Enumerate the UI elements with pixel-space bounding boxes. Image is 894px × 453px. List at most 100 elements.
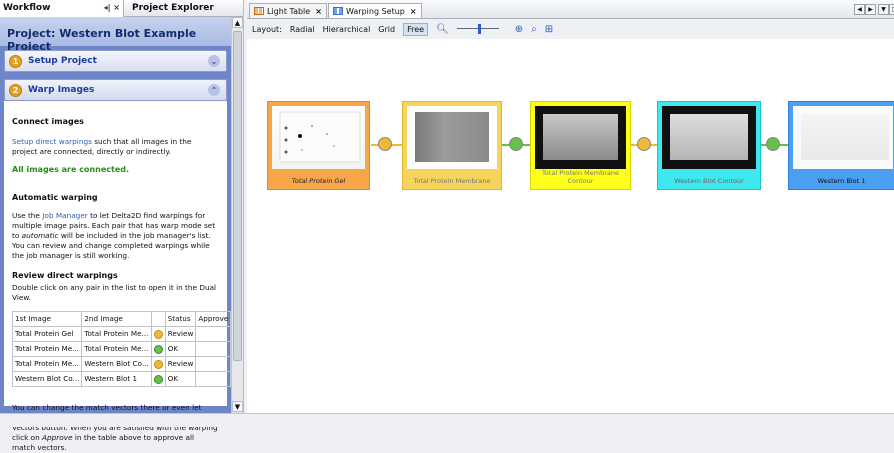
col-header-approve[interactable]: Approve (195, 311, 232, 327)
workflow-scrollbar[interactable]: ▲ ▼ (231, 17, 243, 413)
workflow-body: Project: Western Blot Example Project 1 … (0, 17, 232, 452)
close-icon[interactable]: × (410, 7, 417, 16)
auto-prefix: Use the (12, 211, 43, 220)
image-node[interactable]: Total Protein Gel (267, 101, 370, 190)
image-node[interactable]: Western Blot Contour (657, 101, 761, 190)
warping-canvas[interactable]: Total Protein Gel Total Protein Membrane… (247, 39, 894, 413)
table-row[interactable]: Total Protein Me... Total Protein Me... OK (11, 341, 232, 357)
cell-first-image: Western Blot Co... (11, 371, 83, 387)
connection-status: All images are connected. (12, 165, 130, 174)
zoom-slider-thumb[interactable] (477, 24, 481, 34)
review-status-icon (153, 329, 163, 339)
cell-status-icon (150, 356, 166, 372)
cell-approve[interactable] (195, 341, 232, 357)
zoom-slider[interactable] (456, 24, 507, 34)
ok-warp-icon[interactable] (509, 137, 523, 151)
layout-grid-button[interactable]: Grid (378, 25, 395, 34)
image-node[interactable]: Western Blot 1 (788, 101, 894, 190)
section-label: Setup Project (28, 56, 97, 66)
cell-second-image: Western Blot 1 (81, 371, 152, 387)
scroll-up-button[interactable]: ▲ (232, 17, 243, 28)
col-header-2nd-image[interactable]: 2nd Image (81, 311, 152, 327)
tab-scroll-right-button[interactable]: ▶ (865, 4, 876, 15)
zoom-in-icon[interactable]: ⊕ (515, 24, 523, 35)
ok-status-icon (153, 374, 163, 384)
col-header-icon[interactable] (150, 311, 166, 327)
table-row[interactable]: Western Blot Co... Western Blot 1 OK (11, 371, 232, 387)
review-warp-icon[interactable] (637, 137, 651, 151)
cell-status: OK (164, 371, 197, 387)
image-node[interactable]: Total Protein Membrane Contour (530, 101, 631, 190)
editor-tab-strip: Light Table × Warping Setup × ◀ ▶ ▼ □ (247, 0, 894, 19)
cell-approve[interactable] (195, 326, 232, 342)
section-label: Warp Images (28, 85, 95, 95)
tab-warping-setup[interactable]: Warping Setup × (328, 3, 422, 18)
tab-light-table[interactable]: Light Table × (249, 3, 327, 18)
review-warp-icon[interactable] (378, 137, 392, 151)
zoom-fit-icon[interactable]: ⌕ (531, 24, 537, 35)
layout-free-button[interactable]: Free (403, 22, 429, 36)
scroll-thumb[interactable] (233, 31, 242, 361)
table-header-row: 1st Image 2nd Image Status Approve (11, 311, 232, 327)
node-label: Western Blot Contour (674, 177, 744, 185)
layout-radial-button[interactable]: Radial (290, 25, 315, 34)
close-icon[interactable]: × (315, 7, 322, 16)
section-setup-project[interactable]: 1 Setup Project ⌄ (4, 50, 227, 72)
cell-status: Review (164, 326, 197, 342)
zoom-reset-icon[interactable]: ⊞ (545, 24, 553, 35)
maximize-button[interactable]: □ (889, 4, 894, 15)
cell-approve[interactable] (195, 371, 232, 387)
chevron-up-icon[interactable]: ⌃ (208, 84, 220, 96)
tab-label: Warping Setup (346, 6, 405, 16)
review-heading: Review direct warpings (12, 271, 118, 280)
review-status-icon (153, 359, 163, 369)
ok-warp-icon[interactable] (766, 137, 780, 151)
node-label: Total Protein Gel (291, 177, 346, 185)
cell-first-image: Total Protein Me... (11, 356, 83, 372)
image-thumbnail (793, 106, 893, 169)
image-thumbnail (407, 106, 497, 169)
tab-project-explorer-label: Project Explorer (132, 3, 214, 13)
warpings-table: 1st Image 2nd Image Status Approve Total… (11, 311, 232, 387)
footer-text: You can change the match vectors there o… (12, 403, 219, 453)
job-manager-link[interactable]: Job Manager (42, 211, 88, 220)
cell-approve[interactable] (195, 356, 232, 372)
left-tab-strip: Workflow ◂| × Project Explorer (0, 0, 243, 17)
auto-heading: Automatic warping (12, 193, 98, 202)
zoom-out-icon[interactable]: 🔍︎ (436, 24, 449, 35)
image-node[interactable]: Total Protein Membrane (402, 101, 502, 190)
node-label: Total Protein Membrane Contour (542, 169, 619, 185)
ok-status-icon (153, 344, 163, 354)
warp-images-content: Connect images Setup direct warpings suc… (4, 101, 232, 452)
scroll-down-button[interactable]: ▼ (232, 401, 243, 412)
cell-second-image: Total Protein Me... (81, 341, 152, 357)
chevron-down-icon[interactable]: ⌄ (208, 55, 220, 67)
tab-label: Light Table (267, 6, 311, 16)
warping-icon (333, 7, 343, 15)
tab-list-button[interactable]: ▼ (878, 4, 889, 15)
tab-project-explorer[interactable]: Project Explorer (124, 3, 214, 13)
node-label: Total Protein Membrane (413, 177, 491, 185)
image-thumbnail (535, 106, 626, 169)
cell-status-icon (150, 371, 166, 387)
setup-direct-warpings-link[interactable]: Setup direct warpings (12, 137, 92, 146)
col-header-status[interactable]: Status (164, 311, 197, 327)
cell-status: Review (164, 356, 197, 372)
status-bar (0, 413, 894, 427)
cell-status: OK (164, 341, 197, 357)
connect-heading: Connect images (12, 117, 84, 126)
table-row[interactable]: Total Protein Me... Western Blot Co... Rev… (11, 356, 232, 372)
tab-scroll-left-button[interactable]: ◀ (854, 4, 865, 15)
image-thumbnail (662, 106, 756, 169)
layout-hierarchical-button[interactable]: Hierarchical (323, 25, 371, 34)
col-header-1st-image[interactable]: 1st Image (11, 311, 83, 327)
section-warp-images[interactable]: 2 Warp Images ⌃ (4, 79, 227, 101)
tab-workflow[interactable]: Workflow ◂| × (0, 0, 124, 17)
tab-workflow-label: Workflow (3, 3, 51, 13)
cell-status-icon (150, 341, 166, 357)
step-number: 2 (9, 83, 22, 97)
tab-workflow-controls[interactable]: ◂| × (104, 3, 120, 12)
layout-label: Layout: (252, 24, 282, 34)
table-row[interactable]: Total Protein Gel Total Protein Me... Revi… (11, 326, 232, 342)
project-title: Project: Western Blot Example Project (0, 17, 231, 53)
